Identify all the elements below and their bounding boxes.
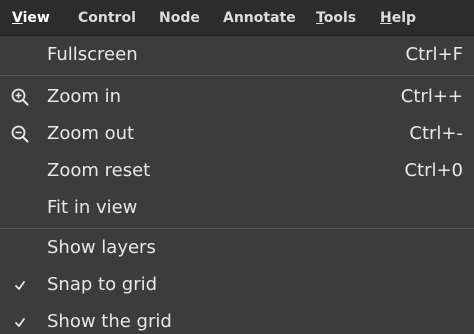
menubar-view[interactable]: View <box>12 0 50 36</box>
menubar-help-mnemonic: H <box>380 10 392 26</box>
fit-in-view-label: Fit in view <box>47 197 138 218</box>
fullscreen-label: Fullscreen <box>47 44 138 65</box>
show-layers-label: Show layers <box>47 237 156 258</box>
zoom-out-label: Zoom out <box>47 123 135 144</box>
zoom-out-shortcut: Ctrl+- <box>409 123 463 144</box>
menu-item-show-the-grid[interactable]: Show the grid <box>0 303 474 334</box>
zoom-in-label: Zoom in <box>47 86 122 107</box>
menu-item-fullscreen[interactable]: Fullscreen Ctrl+F <box>0 36 474 74</box>
show-the-grid-label: Show the grid <box>47 311 172 332</box>
menubar-tools[interactable]: Tools <box>316 0 356 36</box>
zoom-in-icon <box>10 87 30 107</box>
menubar-annotate[interactable]: Annotate <box>223 0 296 36</box>
view-menu-dropdown: Fullscreen Ctrl+F Zoom in Ctrl++ Zoom ou… <box>0 36 474 334</box>
snap-to-grid-label: Snap to grid <box>47 274 158 295</box>
menubar-node[interactable]: Node <box>159 0 200 36</box>
menubar-tools-rest: ools <box>323 10 357 26</box>
menubar-help-rest: elp <box>391 10 417 26</box>
zoom-reset-label: Zoom reset <box>47 160 151 181</box>
zoom-in-shortcut: Ctrl++ <box>400 86 463 107</box>
menubar-help[interactable]: Help <box>380 0 416 36</box>
menu-item-show-layers[interactable]: Show layers <box>0 229 474 267</box>
zoom-reset-shortcut: Ctrl+0 <box>404 160 463 181</box>
menu-item-snap-to-grid[interactable]: Snap to grid <box>0 266 474 304</box>
checkmark-icon <box>10 312 30 332</box>
menubar-tools-mnemonic: T <box>316 10 324 26</box>
menubar-view-mnemonic: V <box>12 10 23 26</box>
zoom-out-icon <box>10 124 30 144</box>
menu-item-zoom-in[interactable]: Zoom in Ctrl++ <box>0 78 474 116</box>
menu-item-fit-in-view[interactable]: Fit in view <box>0 189 474 227</box>
checkmark-icon <box>10 275 30 295</box>
menu-item-zoom-reset[interactable]: Zoom reset Ctrl+0 <box>0 152 474 190</box>
fullscreen-shortcut: Ctrl+F <box>405 44 463 65</box>
menubar-control[interactable]: Control <box>78 0 136 36</box>
menu-bar: View Control Node Annotate Tools Help <box>0 0 474 36</box>
menu-separator <box>0 75 474 76</box>
menubar-view-rest: iew <box>22 10 50 26</box>
menu-item-zoom-out[interactable]: Zoom out Ctrl+- <box>0 115 474 153</box>
